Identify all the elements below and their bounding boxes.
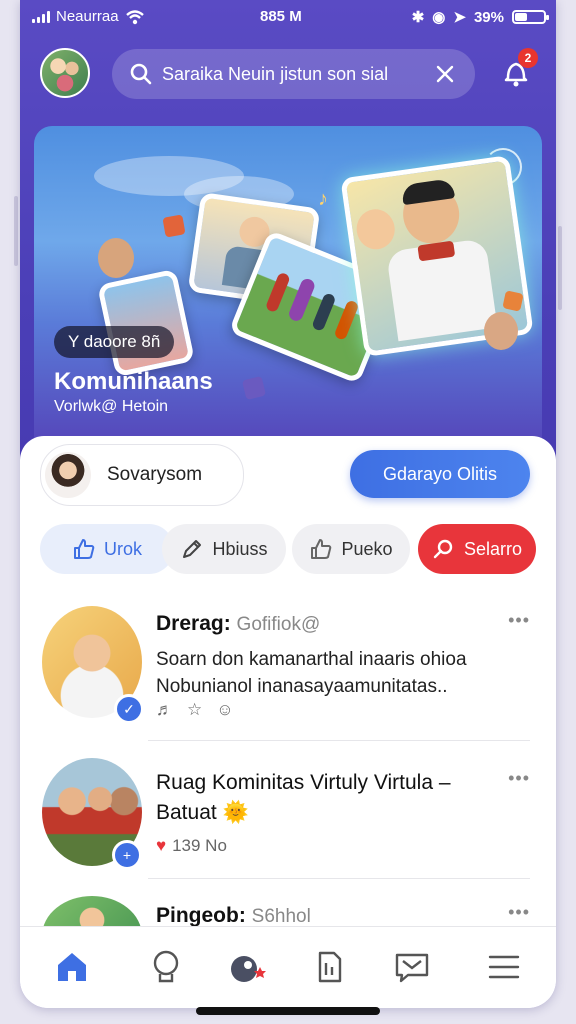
hero-chip-label: Y daoore 8ñ [68,332,161,351]
more-options-icon[interactable]: ••• [508,902,530,923]
kid-avatar-left [98,238,134,278]
post-text-line: Soarn don kamanarthal inaaris ohioa [156,649,467,670]
filter-chip-selarro[interactable]: Selarro [418,524,536,574]
filter-chip-label: Urok [103,538,142,559]
status-bar: Neaurraa 885 M ✱ ◉ ➤ 39% [20,0,556,36]
post-handle: Gofifiok@ [236,614,321,635]
post-likes: ♥ 139 No [156,836,227,856]
filter-chip-urok[interactable]: Urok [40,524,174,574]
bottom-tab-bar [20,926,556,1008]
power-button [558,226,562,310]
filter-chip-label: Selarro [463,538,523,559]
post-title-line: Ruag Kominitas Virtuly Virtula – [156,771,451,794]
sun-emoji-icon: 🌞 [222,801,249,824]
post-reactions: ♬ ☆ ☺ [156,700,234,720]
location-icon: ➤ [453,9,466,26]
messages-icon[interactable] [392,947,432,987]
notification-button[interactable]: 2 [498,48,538,94]
alarm-icon: ◉ [432,9,446,26]
divider [148,878,530,879]
photo-card-left [97,268,195,378]
heart-icon[interactable]: ♥ [156,836,166,856]
feed-item[interactable]: Pingeob: S6hhol ••• [20,894,556,976]
carrier-name: Neaurraa [56,8,119,25]
bluetooth-icon: ✱ [411,9,425,26]
search-bar[interactable] [112,49,475,99]
status-time: 885 M [260,8,302,25]
notification-badge: 2 [518,48,538,68]
battery-icon [512,10,549,24]
user-name: Sovarysom [107,464,203,485]
filter-chip-hbiuss[interactable]: Hbiuss [162,524,286,574]
primary-action-button[interactable]: Gdarayo Olitis [350,450,530,498]
signal-icon [32,10,50,23]
post-author: Drerag: [156,612,231,635]
battery-fill [515,13,527,21]
post-text: Soarn don kamanarthal inaaris ohioa Nobu… [156,646,516,700]
emoji-icon[interactable]: ☺ [216,700,233,720]
filter-chip-pueko[interactable]: Pueko [292,524,410,574]
post-title-text: Batuat [156,801,217,824]
community-icon[interactable] [228,947,268,987]
battery-percent: 39% [473,8,504,26]
music-note-icon[interactable]: ♬ [156,700,173,720]
document-icon[interactable] [310,947,350,987]
clear-search-icon[interactable] [433,62,457,86]
feed-item[interactable]: + Ruag Kominitas Virtuly Virtula – Batua… [20,758,556,878]
star-icon[interactable]: ☆ [187,700,202,720]
filter-chip-label: Pueko [341,538,393,559]
kid-avatar-right [484,312,518,350]
volume-button [14,196,18,266]
home-icon[interactable] [52,947,92,987]
likes-count: 139 No [172,836,227,855]
pencil-icon [183,540,202,558]
verified-badge-icon: ✓ [114,694,144,724]
profile-avatar[interactable] [40,48,90,98]
divider [148,740,530,741]
phone-screen: Neaurraa 885 M ✱ ◉ ➤ 39% Saraika Neuin j… [20,0,556,1008]
home-indicator[interactable] [196,1007,380,1015]
feed-item[interactable]: ✓ Drerag: Gofifiok@ ••• Soarn don kamana… [20,604,556,744]
music-note-icon: ♪ [318,188,328,210]
content-sheet: Sovarysom Gdarayo Olitis Urok Hbiuss Pue… [20,436,556,1008]
more-options-icon[interactable]: ••• [508,610,530,631]
hero-subtitle: Vorlwk@ Hetoin [54,398,169,415]
post-author: Pingeob: [156,904,246,927]
hero-title: Komunihaans [54,368,213,395]
chat-bubble-icon[interactable] [146,947,186,987]
filter-chip-label: Hbiuss [212,538,268,559]
post-title: Drerag: Gofifiok@ [156,612,320,636]
add-badge-icon: + [112,840,142,870]
like-icon [311,539,332,559]
user-avatar [45,452,91,498]
post-handle: S6hhol [251,906,311,927]
thumbs-up-icon [73,539,95,559]
search-icon [130,63,152,85]
post-text-line: Nobunianol inanasayaamunitatas.. [156,676,448,697]
hero-banner[interactable]: ♪ Y daoore 8ñ Komunihaans Vorlwk@ Hetoin [34,126,542,456]
sticker-icon [502,290,524,312]
sticker-icon [241,375,267,401]
more-options-icon[interactable]: ••• [508,768,530,789]
search-icon [433,539,453,559]
sticker-icon [162,214,186,238]
search-input[interactable] [160,62,424,86]
menu-icon[interactable] [484,947,524,987]
hero-chip[interactable]: Y daoore 8ñ [54,326,175,358]
post-title: Ruag Kominitas Virtuly Virtula – Batuat … [156,768,451,828]
wifi-icon [125,9,144,24]
post-title: Pingeob: S6hhol [156,904,311,928]
user-profile-pill[interactable]: Sovarysom [40,444,244,506]
post-title-line: Batuat 🌞 [156,798,451,828]
